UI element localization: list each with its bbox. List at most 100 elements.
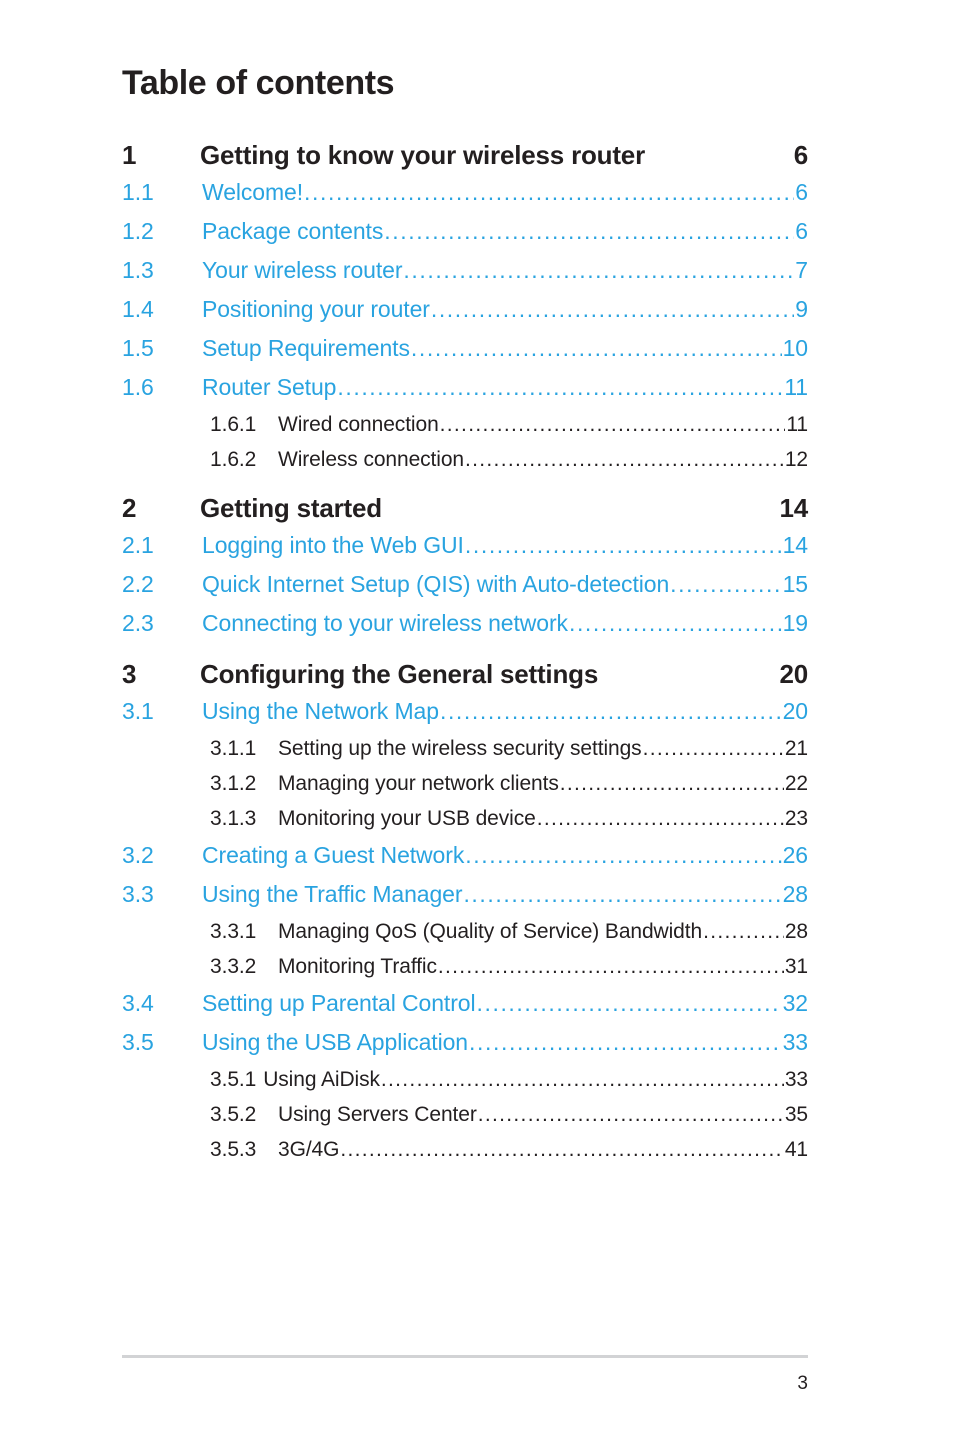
toc-entry-row[interactable]: 2.3 Connecting to your wireless network..… [122,604,808,643]
chapter-label: Configuring the General settings [200,659,599,689]
dot-leader: ........................................… [568,612,782,635]
entry-page-number: 6 [795,179,808,205]
entry-number: 1.1 [122,179,154,205]
toc-chapter-row[interactable]: 2 Getting started 14 [122,493,808,524]
entry-number: 3.3 [122,881,154,907]
entry-label: Wired connection [278,413,439,436]
entry-number: 3.1.1 [210,737,257,760]
toc-entry-row[interactable]: 3.5.2 Using Servers Center...............… [210,1097,808,1132]
toc-entry-row[interactable]: 1.3 Your wireless router.................… [122,251,808,290]
entry-label: Welcome! [202,179,304,205]
entry-label: 3G/4G [278,1138,340,1161]
toc-entry-row[interactable]: 3.1 Using the Network Map................… [122,692,808,731]
toc-entry-row[interactable]: 3.3 Using the Traffic Manager............… [122,875,808,914]
entry-label: Managing your network clients [278,772,559,795]
chapter-page-number: 14 [779,493,808,523]
dot-leader: ........................................… [670,573,782,596]
entry-page-number: 19 [782,610,808,636]
dot-leader: ........................................… [464,534,782,557]
entry-label: Managing QoS (Quality of Service) Bandwi… [278,920,703,943]
entry-label: Setup Requirements [202,335,410,361]
entry-number: 3.3.2 [210,955,257,978]
toc-chapter-row[interactable]: 3 Configuring the General settings 20 [122,659,808,690]
page-title: Table of contents [122,64,395,102]
dot-leader: ........................................… [430,298,795,321]
toc-entry-row[interactable]: 1.1 Welcome!.............................… [122,173,808,212]
entry-page-number: 9 [795,296,808,322]
entry-number: 1.6.2 [210,448,257,471]
chapter-label: Getting to know your wireless router [200,140,645,170]
entry-number: 1.5 [122,335,154,361]
entry-page-number: 22 [784,772,808,795]
entry-label: Creating a Guest Network [202,842,465,868]
entry-page-number: 33 [784,1068,808,1091]
entry-page-number: 10 [782,335,808,361]
toc-entry-row[interactable]: 1.5 Setup Requirements...................… [122,329,808,368]
dot-leader: ........................................… [384,220,794,243]
entry-number: 3.5.1 [210,1068,257,1091]
toc-entry-row[interactable]: 1.2 Package contents.....................… [122,212,808,251]
chapter-number: 1 [122,140,137,170]
dot-leader: ........................................… [536,808,784,829]
entry-label: Positioning your router [202,296,430,322]
entry-label: Using Servers Center [278,1103,477,1126]
toc-entry-row[interactable]: 3.3.1 Managing QoS (Quality of Service) B… [210,914,808,949]
toc-entry-row[interactable]: 1.4 Positioning your router..............… [122,290,808,329]
chapter-number: 2 [122,493,137,523]
entry-page-number: 26 [782,842,808,868]
entry-number: 1.2 [122,218,154,244]
entry-label: Using the Traffic Manager [202,881,463,907]
entry-label: Quick Internet Setup (QIS) with Auto-det… [202,571,670,597]
toc-entry-row[interactable]: 3.5.1 Using AiDisk.......................… [210,1062,808,1097]
dot-leader: ........................................… [380,1069,784,1090]
entry-number: 3.1.2 [210,772,257,795]
toc-entry-row[interactable]: 2.2 Quick Internet Setup (QIS) with Auto-… [122,565,808,604]
entry-label: Using the USB Application [202,1029,468,1055]
entry-number: 3.3.1 [210,920,257,943]
entry-page-number: 14 [782,532,808,558]
toc-entry-row[interactable]: 3.4 Setting up Parental Control..........… [122,984,808,1023]
dot-leader: ........................................… [465,449,784,470]
dot-leader: ........................................… [410,337,782,360]
entry-label: Router Setup [202,374,337,400]
entry-page-number: 33 [782,1029,808,1055]
toc-entry-row[interactable]: 1.6 Router Setup.........................… [122,368,808,407]
chapter-page-number: 6 [793,140,808,170]
entry-number: 3.1.3 [210,807,257,830]
dot-leader: ........................................… [437,956,784,977]
entry-label: Package contents [202,218,384,244]
toc-entry-row[interactable]: 3.5 Using the USB Application............… [122,1023,808,1062]
toc-entry-row[interactable]: 3.1.3 Monitoring your USB device.........… [210,801,808,836]
entry-number: 3.5 [122,1029,154,1055]
toc-chapter-row[interactable]: 1 Getting to know your wireless router 6 [122,140,808,171]
dot-leader: ........................................… [559,773,784,794]
entry-page-number: 21 [784,737,808,760]
toc-page: Table of contents 1 Getting to know your … [0,0,954,1438]
entry-number: 3.2 [122,842,154,868]
toc-entry-row[interactable]: 3.5.3 3G/4G..............................… [210,1132,808,1167]
entry-page-number: 31 [784,955,808,978]
entry-number: 1.3 [122,257,154,283]
entry-label: Using the Network Map [202,698,439,724]
entry-number: 3.5.2 [210,1103,257,1126]
entry-page-number: 28 [782,881,808,907]
toc-entry-row[interactable]: 3.1.1 Setting up the wireless security se… [210,731,808,766]
entry-label: Monitoring Traffic [278,955,437,978]
entry-number: 2.1 [122,532,154,558]
entry-page-number: 35 [784,1103,808,1126]
toc-entry-row[interactable]: 1.6.2 Wireless connection................… [210,442,808,477]
dot-leader: ........................................… [337,376,784,399]
toc-entry-row[interactable]: 2.1 Logging into the Web GUI.............… [122,526,808,565]
entry-page-number: 6 [795,218,808,244]
dot-leader: ........................................… [469,1031,782,1054]
toc-entry-row[interactable]: 3.2 Creating a Guest Network.............… [122,836,808,875]
entry-label: Using AiDisk [263,1068,380,1091]
entry-number: 2.3 [122,610,154,636]
toc-entry-row[interactable]: 3.3.2 Monitoring Traffic.................… [210,949,808,984]
dot-leader: ........................................… [463,883,782,906]
entry-page-number: 28 [784,920,808,943]
toc-entry-row[interactable]: 1.6.1 Wired connection...................… [210,407,808,442]
entry-label: Connecting to your wireless network [202,610,568,636]
entry-number: 1.6.1 [210,413,257,436]
toc-entry-row[interactable]: 3.1.2 Managing your network clients......… [210,766,808,801]
